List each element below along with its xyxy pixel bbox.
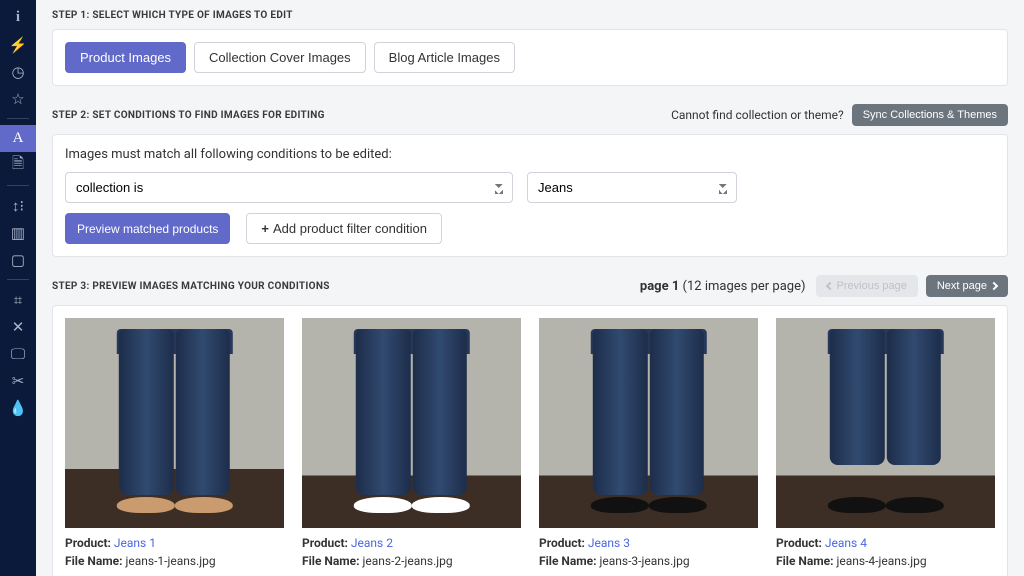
chart-icon[interactable]: ▥ bbox=[0, 219, 36, 246]
conditions-instruction: Images must match all following conditio… bbox=[65, 147, 995, 162]
image-thumbnail[interactable] bbox=[776, 318, 995, 528]
sidebar-divider bbox=[7, 279, 29, 280]
image-thumbnail[interactable] bbox=[539, 318, 758, 528]
condition-value-dropdown[interactable]: Jeans bbox=[527, 172, 737, 203]
next-page-button[interactable]: Next page bbox=[926, 275, 1008, 297]
image-thumbnail[interactable] bbox=[302, 318, 521, 528]
step1-heading: STEP 1: SELECT WHICH TYPE OF IMAGES TO E… bbox=[52, 10, 1008, 21]
tab-blog-article-images[interactable]: Blog Article Images bbox=[374, 42, 515, 73]
next-page-label: Next page bbox=[937, 280, 987, 292]
step1-panel: Product Images Collection Cover Images Blo… bbox=[52, 29, 1008, 86]
sync-collections-button[interactable]: Sync Collections & Themes bbox=[852, 104, 1008, 126]
sidebar-divider bbox=[7, 118, 29, 119]
product-link[interactable]: Jeans 3 bbox=[588, 536, 630, 550]
screen-icon[interactable]: 🖵 bbox=[0, 340, 36, 367]
add-filter-button[interactable]: + Add product filter condition bbox=[246, 213, 442, 244]
document-icon[interactable]: 🗎 bbox=[0, 152, 36, 179]
image-card: Product: Jeans 2 File Name: jeans-2-jeans… bbox=[302, 318, 521, 570]
file-name: jeans-3-jeans.jpg bbox=[600, 554, 690, 568]
star-icon[interactable]: ☆ bbox=[0, 85, 36, 112]
image-card: Product: Jeans 1 File Name: jeans-1-jeans… bbox=[65, 318, 284, 570]
crop-icon[interactable]: ⌗ bbox=[0, 286, 36, 313]
droplet-icon[interactable]: 💧 bbox=[0, 394, 36, 421]
product-label: Product: bbox=[302, 536, 348, 550]
product-label: Product: bbox=[65, 536, 111, 550]
sidebar: i⚡◷☆ A🗎 ↕⁝▥▢ ⌗✕🖵✂💧 bbox=[0, 0, 36, 576]
expand-icon[interactable]: ✕ bbox=[0, 313, 36, 340]
chevron-left-icon bbox=[825, 282, 833, 290]
image-meta: Product: Jeans 1 File Name: jeans-1-jeans… bbox=[65, 534, 284, 570]
sidebar-divider bbox=[7, 185, 29, 186]
per-page-label: (12 images per page) bbox=[683, 279, 806, 294]
file-label: File Name: bbox=[302, 554, 360, 568]
previous-page-label: Previous page bbox=[837, 280, 907, 292]
product-link[interactable]: Jeans 1 bbox=[114, 536, 156, 550]
preview-products-button[interactable]: Preview matched products bbox=[65, 213, 230, 244]
page-label: page 1 bbox=[640, 279, 679, 294]
bolt-icon[interactable]: ⚡ bbox=[0, 31, 36, 58]
chevron-right-icon bbox=[990, 282, 998, 290]
condition-field-select[interactable]: collection is bbox=[65, 172, 513, 203]
main-content: STEP 1: SELECT WHICH TYPE OF IMAGES TO E… bbox=[36, 0, 1024, 576]
previous-page-button: Previous page bbox=[816, 275, 918, 297]
tab-product-images[interactable]: Product Images bbox=[65, 42, 186, 73]
image-grid: Product: Jeans 1 File Name: jeans-1-jeans… bbox=[52, 305, 1008, 576]
file-label: File Name: bbox=[539, 554, 597, 568]
step3-heading: STEP 3: PREVIEW IMAGES MATCHING YOUR CON… bbox=[52, 281, 330, 292]
scissors-icon[interactable]: ✂ bbox=[0, 367, 36, 394]
add-filter-label: Add product filter condition bbox=[273, 221, 427, 236]
condition-value-select[interactable]: Jeans bbox=[527, 172, 737, 203]
product-link[interactable]: Jeans 2 bbox=[351, 536, 393, 550]
file-name: jeans-1-jeans.jpg bbox=[126, 554, 216, 568]
image-thumbnail[interactable] bbox=[65, 318, 284, 528]
image-meta: Product: Jeans 3 File Name: jeans-3-jeans… bbox=[539, 534, 758, 570]
step2-heading: STEP 2: SET CONDITIONS TO FIND IMAGES FO… bbox=[52, 110, 325, 121]
text-a-icon[interactable]: A bbox=[0, 125, 36, 152]
square-icon[interactable]: ▢ bbox=[0, 246, 36, 273]
plus-icon: + bbox=[261, 221, 269, 236]
step2-panel: Images must match all following conditio… bbox=[52, 134, 1008, 257]
image-meta: Product: Jeans 4 File Name: jeans-4-jeans… bbox=[776, 534, 995, 570]
info-icon[interactable]: i bbox=[0, 4, 36, 31]
file-label: File Name: bbox=[65, 554, 123, 568]
clock-icon[interactable]: ◷ bbox=[0, 58, 36, 85]
file-label: File Name: bbox=[776, 554, 834, 568]
image-card: Product: Jeans 4 File Name: jeans-4-jeans… bbox=[776, 318, 995, 570]
file-name: jeans-2-jeans.jpg bbox=[363, 554, 453, 568]
product-link[interactable]: Jeans 4 bbox=[825, 536, 867, 550]
sort-icon[interactable]: ↕⁝ bbox=[0, 192, 36, 219]
image-meta: Product: Jeans 2 File Name: jeans-2-jeans… bbox=[302, 534, 521, 570]
product-label: Product: bbox=[776, 536, 822, 550]
tab-collection-cover-images[interactable]: Collection Cover Images bbox=[194, 42, 366, 73]
file-name: jeans-4-jeans.jpg bbox=[837, 554, 927, 568]
condition-field-dropdown[interactable]: collection is bbox=[65, 172, 513, 203]
image-card: Product: Jeans 3 File Name: jeans-3-jeans… bbox=[539, 318, 758, 570]
sync-notice-text: Cannot find collection or theme? bbox=[671, 108, 844, 122]
pager-info: page 1 (12 images per page) bbox=[640, 279, 806, 294]
product-label: Product: bbox=[539, 536, 585, 550]
